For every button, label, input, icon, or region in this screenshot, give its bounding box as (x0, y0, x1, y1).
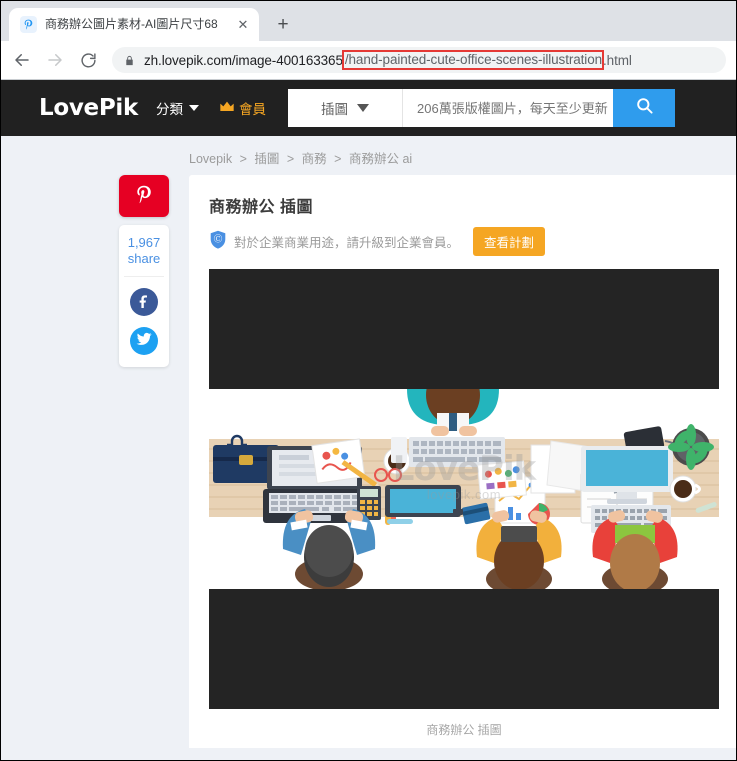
tab-strip: 商務辦公圖片素材-AI圖片尺寸68 ✕ + (1, 1, 736, 41)
search-type-label: 插圖 (321, 102, 348, 117)
back-icon[interactable] (7, 45, 37, 75)
browser-toolbar: zh.lovepik.com/image-400163365/hand-pain… (1, 41, 736, 80)
url-suffix: .html (603, 52, 632, 68)
nav-membership[interactable]: 會員 (219, 98, 266, 118)
image-caption: 商務辦公 插圖 (426, 723, 502, 737)
facebook-icon (136, 292, 152, 313)
url-highlight: /hand-painted-cute-office-scenes-illustr… (341, 50, 605, 70)
lock-icon (124, 54, 135, 67)
search-type-select[interactable]: 插圖 (288, 89, 403, 127)
url-text: zh.lovepik.com/image-400163365/hand-pain… (144, 50, 632, 70)
lovepik-logo[interactable]: LovePik (39, 95, 138, 121)
image-detail-card: 商務辦公 插圖 C 對於企業商業用途，請升級到企業會員。 查看計劃 LovePi… (189, 175, 736, 748)
image-letterbox-top (209, 269, 719, 389)
office-scene-illustration: LovePik lovepik.com (209, 389, 719, 589)
browser-window: 商務辦公圖片素材-AI圖片尺寸68 ✕ + zh.lovepik.com/ima… (0, 0, 737, 761)
pinterest-share-button[interactable] (119, 175, 169, 217)
breadcrumb-item-3[interactable]: 商務辦公 ai (349, 152, 412, 166)
breadcrumb-item-1[interactable]: 插圖 (254, 152, 279, 166)
svg-text:C: C (216, 236, 221, 243)
close-tab-icon[interactable]: ✕ (235, 17, 251, 33)
content-area: Lovepik > 插圖 > 商務 > 商務辦公 ai 1,967 share … (1, 136, 736, 760)
breadcrumb-separator: > (334, 152, 342, 166)
breadcrumb-item-2[interactable]: 商務 (302, 152, 327, 166)
address-bar[interactable]: zh.lovepik.com/image-400163365/hand-pain… (112, 47, 726, 73)
forward-icon (40, 45, 70, 75)
image-letterbox-bottom (209, 589, 719, 709)
chevron-down-icon (357, 104, 369, 112)
image-preview-stage[interactable]: LovePik lovepik.com 商務辦公 插圖 (209, 269, 719, 748)
search-bar: 插圖 (288, 89, 675, 127)
share-rail: 1,967 share (119, 175, 171, 748)
site-header: LovePik 分類 會員 插圖 (1, 80, 736, 136)
facebook-share-button[interactable] (130, 288, 158, 316)
url-host: zh.lovepik.com/image-400163365 (144, 52, 343, 68)
tab-title: 商務辦公圖片素材-AI圖片尺寸68 (45, 17, 218, 31)
copyright-shield-icon: C (209, 230, 227, 254)
breadcrumb-separator: > (239, 152, 247, 166)
lovepik-favicon-icon (20, 16, 37, 33)
share-count-unit: share (127, 251, 161, 266)
page-viewport: LovePik 分類 會員 插圖 206萬張版權圖片，每天至少更新 Lovepi… (1, 80, 736, 760)
reload-icon[interactable] (73, 45, 103, 75)
nav-membership-label: 會員 (239, 102, 266, 117)
breadcrumb-item-0[interactable]: Lovepik (189, 152, 232, 166)
browser-tab[interactable]: 商務辦公圖片素材-AI圖片尺寸68 ✕ (9, 8, 259, 41)
license-notice: C 對於企業商業用途，請升級到企業會員。 查看計劃 (209, 227, 719, 256)
twitter-icon (136, 331, 152, 352)
page-title: 商務辦公 插圖 (209, 199, 313, 216)
pinterest-icon (133, 183, 155, 210)
share-count: 1,967 share (124, 235, 164, 277)
share-count-value: 1,967 (127, 235, 161, 250)
search-input[interactable] (403, 89, 613, 127)
new-tab-button[interactable]: + (269, 10, 297, 38)
breadcrumb-separator: > (286, 152, 295, 166)
illustration-svg (209, 389, 719, 589)
chevron-down-icon (189, 105, 199, 111)
nav-category[interactable]: 分類 (156, 98, 199, 118)
share-counter-card: 1,967 share (119, 225, 169, 367)
view-plan-button[interactable]: 查看計劃 (473, 227, 546, 256)
nav-category-label: 分類 (156, 102, 183, 117)
twitter-share-button[interactable] (130, 327, 158, 355)
search-icon (635, 96, 654, 120)
page-body: 1,967 share 商務辦公 插圖 C 對於企業商業用途，請升級到企業會員。… (1, 175, 736, 748)
breadcrumb: Lovepik > 插圖 > 商務 > 商務辦公 ai (1, 136, 736, 175)
crown-icon (219, 101, 235, 116)
search-button[interactable] (613, 89, 675, 127)
license-notice-text: 對於企業商業用途，請升級到企業會員。 (234, 236, 460, 250)
